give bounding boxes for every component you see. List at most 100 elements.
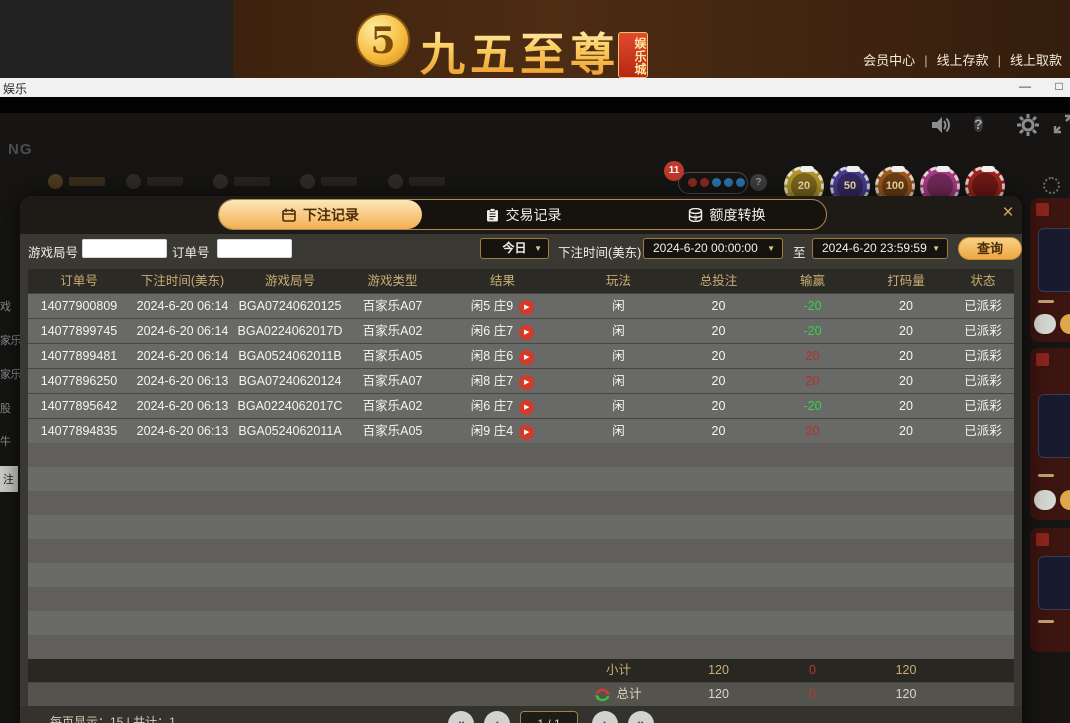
first-page-button[interactable]: « xyxy=(448,711,474,723)
next-page-button[interactable]: › xyxy=(592,711,618,723)
online-withdraw-link[interactable]: 线上取款 xyxy=(1010,53,1062,68)
col-header: 总投注 xyxy=(699,274,738,288)
table-cell: 2024-6-20 06:14 xyxy=(136,299,229,313)
game-nav-label xyxy=(69,177,105,187)
chip-stripe xyxy=(846,166,860,172)
menu-pill[interactable] xyxy=(1034,314,1056,334)
close-icon[interactable]: × xyxy=(998,203,1018,223)
refresh-icon[interactable] xyxy=(595,688,611,702)
calendar-icon xyxy=(282,208,296,222)
table-cell: 14077900809 xyxy=(40,299,118,313)
table-cell: 14077899745 xyxy=(40,324,118,338)
online-deposit-link[interactable]: 线上存款 xyxy=(937,53,989,68)
left-menu-item-fragment[interactable]: 家乐 xyxy=(0,332,20,348)
replay-play-icon[interactable]: ▶ xyxy=(519,325,535,340)
datetime-to-select[interactable]: 2024-6-20 23:59:59 ▼ xyxy=(812,238,948,259)
winloss-cell: 20 xyxy=(805,374,820,388)
table-label-fragment xyxy=(1036,353,1049,366)
empty-row xyxy=(28,611,1014,635)
table-cell: 百家乐A02 xyxy=(362,399,423,413)
left-menu-item-fragment[interactable]: 戏 xyxy=(0,298,20,314)
table-cell: BGA0524062011B xyxy=(238,349,342,363)
enter-pill[interactable] xyxy=(1060,314,1070,334)
left-menu-item-fragment[interactable]: 注 xyxy=(0,466,18,492)
table-header: 订单号 下注时间(美东) 游戏局号 游戏类型 结果 玩法 总投注 输赢 打码量 … xyxy=(28,269,1014,293)
game-nav-item[interactable] xyxy=(48,173,105,190)
search-button[interactable]: 查询 xyxy=(958,237,1022,260)
game-nav-item[interactable] xyxy=(388,173,445,190)
empty-row xyxy=(28,467,1014,491)
round-no-input[interactable] xyxy=(82,239,167,258)
game-nav-item[interactable] xyxy=(213,173,270,190)
table-cell: 14077895642 xyxy=(40,399,118,413)
table-preview xyxy=(1038,228,1070,292)
left-menu-item-fragment[interactable]: 家乐 xyxy=(0,366,20,382)
table-cell: 闲 xyxy=(612,324,625,338)
game-nav-label xyxy=(409,177,445,187)
table-cell: 百家乐A05 xyxy=(362,424,423,438)
table-cell: 20 xyxy=(711,424,726,438)
to-label: 至 xyxy=(793,246,806,260)
replay-play-icon[interactable]: ▶ xyxy=(519,425,535,440)
maximize-button[interactable]: □ xyxy=(1048,78,1070,96)
table-cell: 百家乐A05 xyxy=(362,349,423,363)
replay-play-icon[interactable]: ▶ xyxy=(519,350,535,365)
table-cell: 2024-6-20 06:13 xyxy=(136,374,229,388)
table-cell: 闲 xyxy=(612,349,625,363)
tab-quota-transfer[interactable]: $ 额度转换 xyxy=(625,200,828,229)
bet-table-card[interactable] xyxy=(1030,198,1070,342)
replay-play-icon[interactable]: ▶ xyxy=(519,300,535,315)
left-menu-item-fragment[interactable]: 股 xyxy=(0,400,20,416)
order-no-input[interactable] xyxy=(217,239,292,258)
settings-gear-icon[interactable] xyxy=(1016,113,1040,137)
col-header: 游戏局号 xyxy=(264,274,315,288)
minimize-button[interactable]: — xyxy=(1014,78,1036,96)
table-cell: 百家乐A07 xyxy=(362,299,423,313)
table-cell: 20 xyxy=(711,399,726,413)
help-icon[interactable]: ? xyxy=(974,113,998,137)
table-row: 14077896250 2024-6-20 06:13 BGA07240620124… xyxy=(28,369,1014,393)
game-nav-item[interactable] xyxy=(300,173,357,190)
chip-stripe xyxy=(891,166,905,172)
menu-pill[interactable] xyxy=(1034,490,1056,510)
window-title-bar: 娱乐 — □ xyxy=(0,78,1070,97)
order-no-label: 订单号 xyxy=(172,246,210,260)
coins-icon: $ xyxy=(688,207,702,222)
replay-play-icon[interactable]: ▶ xyxy=(519,375,535,390)
col-header: 输赢 xyxy=(799,274,825,288)
enter-pill[interactable] xyxy=(1060,490,1070,510)
mini-help-icon[interactable]: ? xyxy=(750,174,767,191)
datetime-from-select[interactable]: 2024-6-20 00:00:00 ▼ xyxy=(643,238,783,259)
table-cell: 闲 xyxy=(612,299,625,313)
link-separator: | xyxy=(997,53,1001,68)
left-menu-item-fragment[interactable]: 牛 xyxy=(0,433,20,449)
member-center-link[interactable]: 会员中心 xyxy=(863,53,915,68)
browser-chrome-area xyxy=(0,0,233,78)
fullscreen-icon[interactable] xyxy=(1052,113,1070,137)
prev-page-button[interactable]: ‹ xyxy=(484,711,510,723)
chip-settings-icon[interactable] xyxy=(1043,177,1060,194)
tab-bet-records[interactable]: 下注记录 xyxy=(219,200,422,229)
table-cell: 已派彩 xyxy=(964,374,1002,388)
period-select[interactable]: 今日 ▼ xyxy=(480,238,549,259)
table-label-fragment xyxy=(1036,203,1049,216)
odds-fragment xyxy=(1038,300,1054,303)
bead-dot-blue xyxy=(724,178,733,187)
bet-table-card[interactable] xyxy=(1030,528,1070,652)
replay-play-icon[interactable]: ▶ xyxy=(519,400,535,415)
table-row: 14077900809 2024-6-20 06:14 BGA07240620125… xyxy=(28,294,1014,318)
page-indicator[interactable]: 1 / 1 xyxy=(520,711,578,723)
result-cell: 闲5 庄9 ▶ xyxy=(440,294,565,318)
col-header: 订单号 xyxy=(60,274,98,288)
last-page-button[interactable]: » xyxy=(628,711,654,723)
tab-transaction-records[interactable]: 交易记录 xyxy=(422,200,625,229)
volume-icon[interactable] xyxy=(928,113,952,137)
provider-logo: NG xyxy=(8,141,33,158)
empty-row xyxy=(28,587,1014,611)
site-header: 5 九五至尊 娱乐城 会员中心 | 线上存款 | 线上取款 xyxy=(0,0,1070,80)
page-size-info: 每页显示：15 | 共计：1 xyxy=(50,715,176,723)
table-cell: 20 xyxy=(899,399,913,413)
table-row: 14077899745 2024-6-20 06:14 BGA0224062017D… xyxy=(28,319,1014,343)
bet-table-card[interactable] xyxy=(1030,348,1070,520)
game-nav-item[interactable] xyxy=(126,173,183,190)
